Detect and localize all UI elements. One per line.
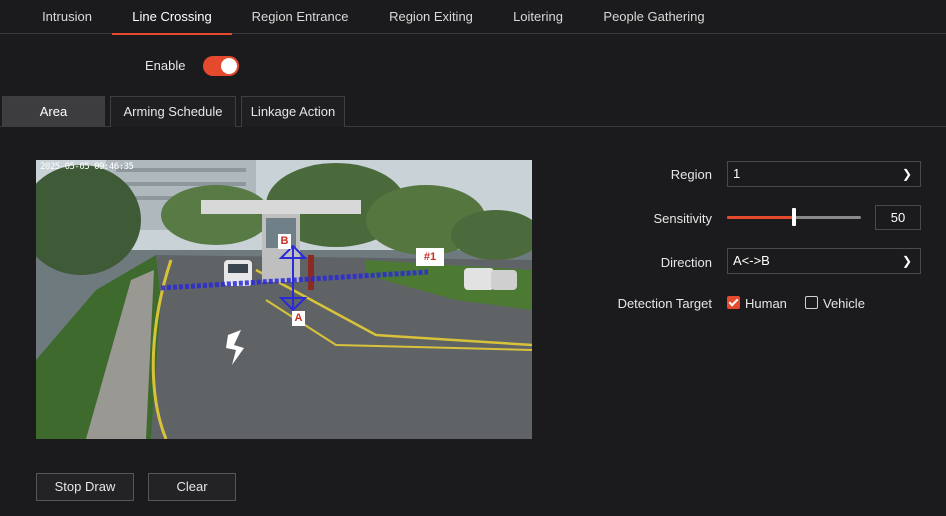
camera-preview[interactable]: 2025-05-05 09:46:35 #1 B A <box>36 160 532 439</box>
region-select[interactable]: 1 ❯ <box>727 161 921 187</box>
stop-draw-button[interactable]: Stop Draw <box>36 473 134 501</box>
direction-label: Direction <box>660 255 712 270</box>
enable-toggle[interactable] <box>203 56 239 76</box>
direction-select[interactable]: A<->B ❯ <box>727 248 921 274</box>
sensitivity-label: Sensitivity <box>653 211 712 226</box>
point-b-label: B <box>278 234 291 249</box>
line-crossing-overlay[interactable] <box>36 160 532 439</box>
point-a-label: A <box>292 311 305 326</box>
chevron-down-icon: ❯ <box>901 254 912 268</box>
line-id-label: #1 <box>416 248 444 266</box>
tab-intrusion[interactable]: Intrusion <box>30 0 104 34</box>
human-label: Human <box>745 296 787 311</box>
tab-region-entrance[interactable]: Region Entrance <box>244 0 356 34</box>
sensitivity-input[interactable]: 50 <box>875 205 921 230</box>
region-value: 1 <box>733 166 741 181</box>
toggle-knob <box>221 58 237 74</box>
detection-type-tabs: Intrusion Line Crossing Region Entrance … <box>0 0 946 35</box>
chevron-down-icon: ❯ <box>901 167 912 181</box>
clear-button[interactable]: Clear <box>148 473 236 501</box>
vehicle-checkbox[interactable] <box>805 296 818 309</box>
tab-linkage-action[interactable]: Linkage Action <box>241 96 345 127</box>
tab-arming-schedule[interactable]: Arming Schedule <box>110 96 236 127</box>
region-label: Region <box>670 167 712 182</box>
detection-target-label: Detection Target <box>617 296 712 311</box>
sensitivity-slider-fill <box>727 216 794 219</box>
tab-people-gathering[interactable]: People Gathering <box>596 0 712 34</box>
tab-line-crossing[interactable]: Line Crossing <box>112 0 232 35</box>
tab-area[interactable]: Area <box>2 96 105 127</box>
tab-loitering[interactable]: Loitering <box>503 0 573 34</box>
video-timestamp: 2025-05-05 09:46:35 <box>40 162 134 172</box>
vehicle-label: Vehicle <box>823 296 865 311</box>
direction-value: A<->B <box>733 253 770 268</box>
sensitivity-slider-thumb[interactable] <box>792 208 796 226</box>
tab-region-exiting[interactable]: Region Exiting <box>378 0 484 34</box>
enable-label: Enable <box>145 58 186 73</box>
human-checkbox[interactable] <box>727 296 740 309</box>
